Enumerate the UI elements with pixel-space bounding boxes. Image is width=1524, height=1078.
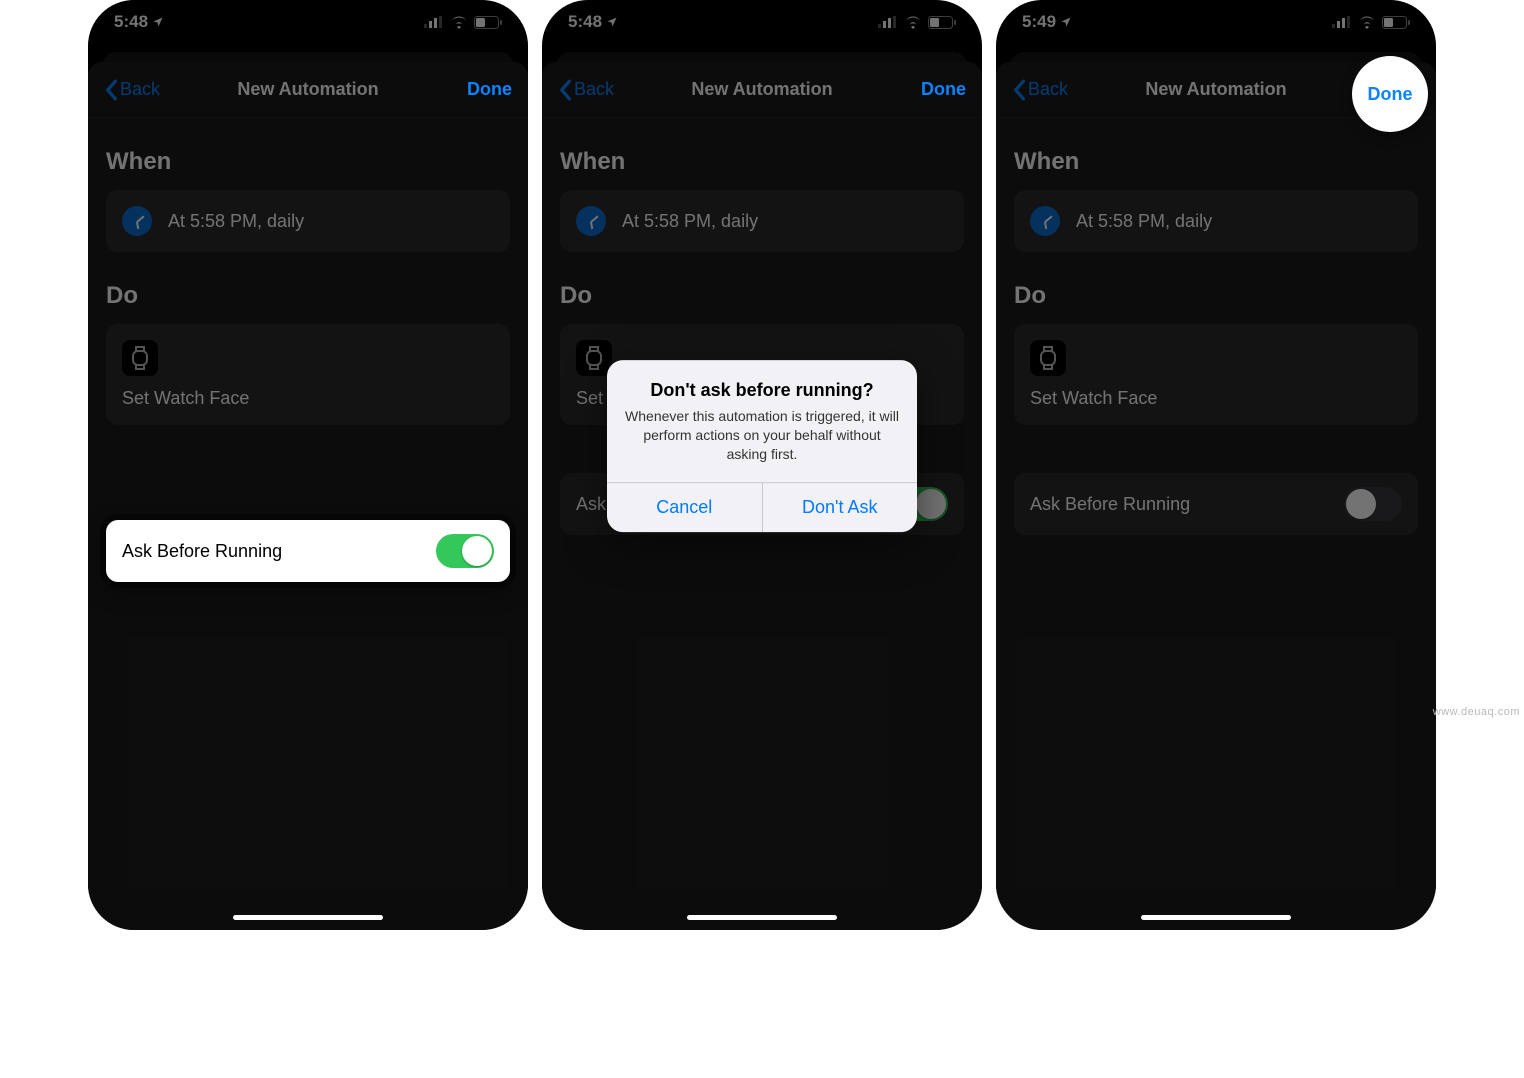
do-text: Set Watch Face: [1030, 388, 1157, 409]
alert-cancel-button[interactable]: Cancel: [607, 483, 762, 532]
back-label: Back: [574, 79, 614, 100]
when-text: At 5:58 PM, daily: [622, 211, 758, 232]
when-text: At 5:58 PM, daily: [168, 211, 304, 232]
when-row[interactable]: At 5:58 PM, daily: [560, 190, 964, 252]
modal-sheet: Back New Automation Done When At 5:58 PM…: [996, 62, 1436, 930]
do-text: Set Watch Face: [122, 388, 249, 409]
ask-toggle[interactable]: [436, 534, 494, 568]
battery-icon: [474, 16, 502, 29]
phone-screen-1: 5:48 Back New Automation Done When: [88, 0, 528, 930]
back-button[interactable]: Back: [1012, 79, 1068, 101]
cellular-icon: [424, 16, 444, 28]
ask-label: Ask Before Running: [1030, 494, 1190, 515]
ask-toggle[interactable]: [1344, 487, 1402, 521]
confirm-alert: Don't ask before running? Whenever this …: [607, 361, 917, 533]
do-row[interactable]: Set Watch Face: [1014, 324, 1418, 425]
back-label: Back: [120, 79, 160, 100]
status-bar: 5:49: [996, 0, 1436, 44]
back-button[interactable]: Back: [558, 79, 614, 101]
section-do-title: Do: [560, 282, 964, 310]
modal-sheet: Back New Automation Done When At 5:58 PM…: [88, 62, 528, 930]
nav-bar: Back New Automation Done: [88, 62, 528, 118]
wifi-icon: [904, 16, 922, 29]
done-button[interactable]: Done: [921, 79, 966, 100]
back-button[interactable]: Back: [104, 79, 160, 101]
section-do-title: Do: [106, 282, 510, 310]
when-text: At 5:58 PM, daily: [1076, 211, 1212, 232]
clock-icon: [1030, 206, 1060, 236]
status-time: 5:49: [1022, 12, 1056, 32]
phone-screen-3: 5:49 Back New Automation Done When: [996, 0, 1436, 930]
watermark-text: www.deuaq.com: [1433, 706, 1520, 718]
status-time: 5:48: [114, 12, 148, 32]
back-label: Back: [1028, 79, 1068, 100]
status-bar: 5:48: [88, 0, 528, 44]
chevron-left-icon: [104, 79, 118, 101]
location-icon: [152, 16, 164, 28]
wifi-icon: [450, 16, 468, 29]
home-indicator[interactable]: [233, 915, 383, 920]
home-indicator[interactable]: [1141, 915, 1291, 920]
location-icon: [1060, 16, 1072, 28]
watch-face-icon: [1030, 340, 1066, 376]
status-time: 5:48: [568, 12, 602, 32]
cellular-icon: [1332, 16, 1352, 28]
chevron-left-icon: [1012, 79, 1026, 101]
do-row[interactable]: Set Watch Face: [106, 324, 510, 425]
cellular-icon: [878, 16, 898, 28]
alert-confirm-button[interactable]: Don't Ask: [762, 483, 918, 532]
done-highlight-circle[interactable]: Done: [1352, 56, 1428, 132]
nav-bar: Back New Automation Done: [542, 62, 982, 118]
clock-icon: [576, 206, 606, 236]
when-row[interactable]: At 5:58 PM, daily: [1014, 190, 1418, 252]
chevron-left-icon: [558, 79, 572, 101]
section-when-title: When: [560, 148, 964, 176]
location-icon: [606, 16, 618, 28]
alert-message: Whenever this automation is triggered, i…: [625, 408, 899, 465]
section-when-title: When: [106, 148, 510, 176]
battery-icon: [1382, 16, 1410, 29]
ask-before-running-row[interactable]: Ask Before Running: [1014, 473, 1418, 535]
status-bar: 5:48: [542, 0, 982, 44]
ask-before-running-row[interactable]: Ask Before Running: [106, 520, 510, 582]
battery-icon: [928, 16, 956, 29]
home-indicator[interactable]: [687, 915, 837, 920]
done-highlight-label: Done: [1368, 84, 1413, 105]
section-do-title: Do: [1014, 282, 1418, 310]
watch-face-icon: [576, 340, 612, 376]
ask-label: Ask Before Running: [122, 541, 282, 562]
done-button[interactable]: Done: [467, 79, 512, 100]
alert-title: Don't ask before running?: [625, 381, 899, 402]
when-row[interactable]: At 5:58 PM, daily: [106, 190, 510, 252]
phone-screen-2: 5:48 Back New Automation Done When: [542, 0, 982, 930]
clock-icon: [122, 206, 152, 236]
watch-face-icon: [122, 340, 158, 376]
wifi-icon: [1358, 16, 1376, 29]
ask-row-wrapper: Ask Before Running: [106, 520, 510, 582]
section-when-title: When: [1014, 148, 1418, 176]
